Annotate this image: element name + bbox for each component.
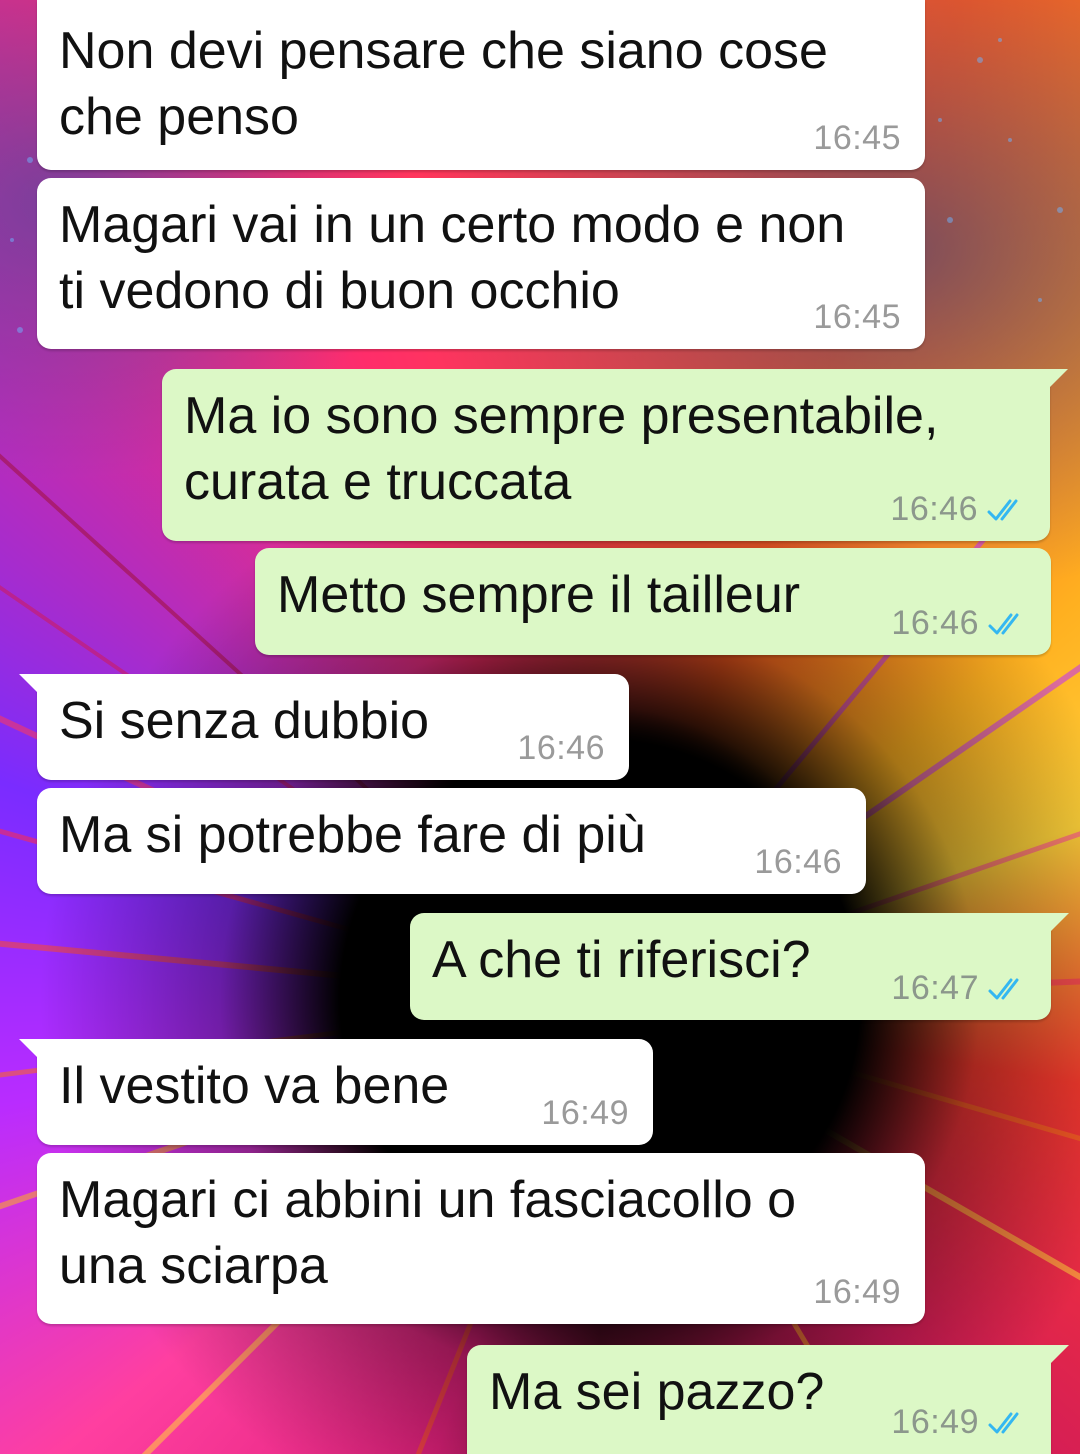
message-bubble-outgoing[interactable]: Ma sei pazzo? 16:49 (467, 1345, 1069, 1454)
message-bubble-outgoing[interactable]: A che ti riferisci? 16:47 (410, 913, 1069, 1020)
message-text: Magari vai in un certo modo e non ti ved… (59, 196, 846, 320)
message-text: Ma si potrebbe fare di più (59, 806, 646, 864)
read-double-check-icon (988, 1412, 1019, 1433)
message-bubble-incoming[interactable]: Si senza dubbio 16:46 (19, 674, 629, 780)
message-bubble-incoming[interactable]: Magari ci abbini un fasciacollo o una sc… (37, 1153, 925, 1324)
message-meta: 16:49 (813, 1273, 901, 1312)
message-bubble-incoming[interactable]: Non devi pensare che siano cose che pens… (37, 0, 925, 170)
message-bubble-outgoing[interactable]: Metto sempre il tailleur 16:46 (255, 548, 1051, 655)
message-meta: 16:49 (891, 1403, 1027, 1442)
message-meta: 16:46 (891, 604, 1027, 643)
read-double-check-icon (988, 613, 1019, 634)
message-meta: 16:46 (517, 729, 605, 768)
message-meta: 16:45 (813, 119, 901, 158)
message-timestamp: 16:46 (891, 604, 979, 642)
message-timestamp: 16:49 (813, 1273, 901, 1311)
message-timestamp: 16:49 (891, 1403, 979, 1441)
message-bubble-incoming[interactable]: Ma si potrebbe fare di più 16:46 (37, 788, 866, 894)
message-timestamp: 16:46 (890, 490, 978, 528)
message-text: Magari ci abbini un fasciacollo o una sc… (59, 1171, 797, 1295)
message-meta: 16:45 (813, 298, 901, 337)
message-meta: 16:46 (890, 490, 1026, 529)
message-timestamp: 16:45 (813, 119, 901, 157)
message-timestamp: 16:49 (541, 1094, 629, 1132)
message-timestamp: 16:46 (517, 729, 605, 767)
message-timestamp: 16:45 (813, 298, 901, 336)
message-meta: 16:47 (891, 969, 1027, 1008)
message-meta: 16:46 (754, 843, 842, 882)
message-timestamp: 16:46 (754, 843, 842, 881)
read-double-check-icon (987, 499, 1018, 520)
message-text: Non devi pensare che siano cose che pens… (59, 22, 828, 146)
read-double-check-icon (988, 978, 1019, 999)
message-bubble-incoming[interactable]: Magari vai in un certo modo e non ti ved… (37, 178, 925, 349)
message-meta: 16:49 (541, 1094, 629, 1133)
message-timestamp: 16:47 (891, 969, 979, 1007)
message-bubble-incoming[interactable]: Il vestito va bene 16:49 (19, 1039, 653, 1145)
message-bubble-outgoing[interactable]: Ma io sono sempre presentabile, curata e… (162, 369, 1068, 541)
